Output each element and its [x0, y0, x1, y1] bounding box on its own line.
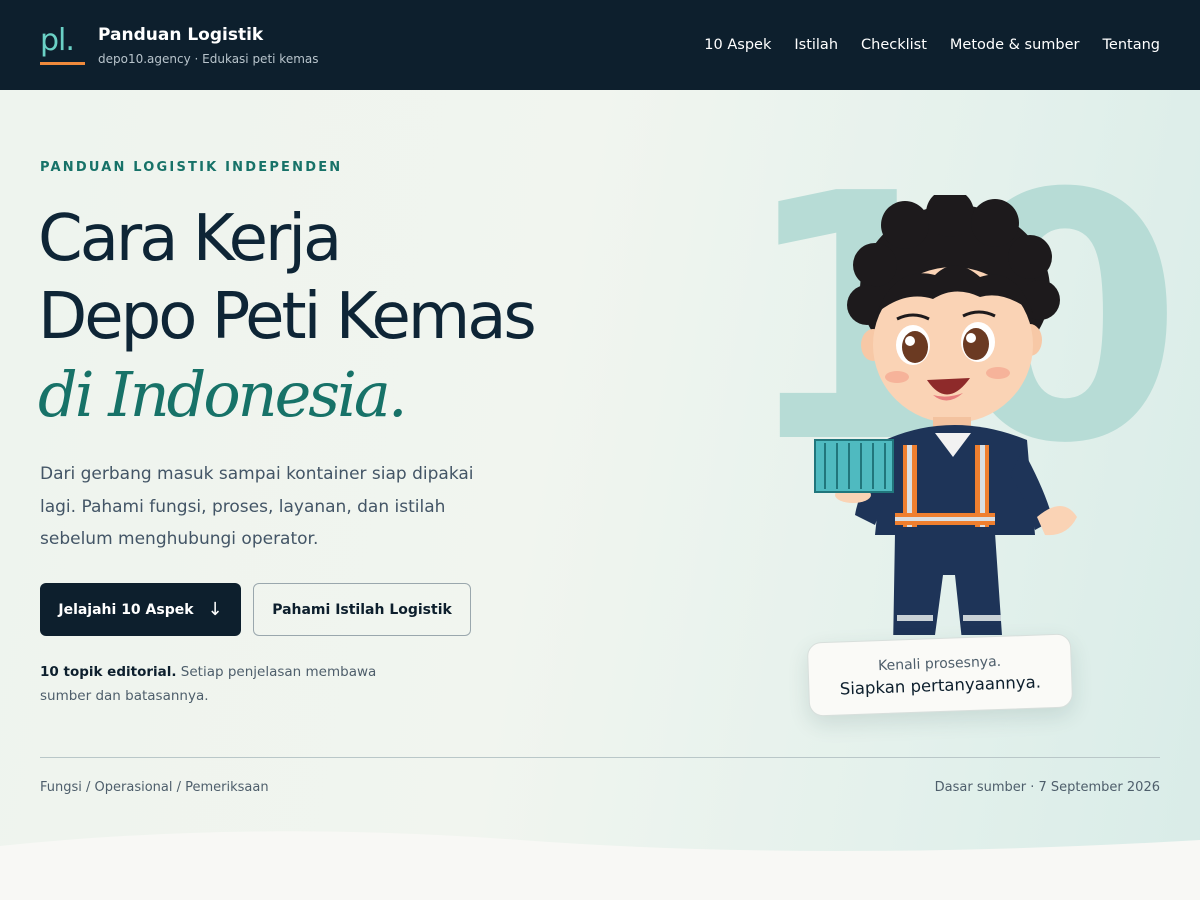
- logo[interactable]: pl.: [40, 24, 86, 66]
- nav-link-metode-sumber[interactable]: Metode & sumber: [950, 36, 1080, 54]
- logo-text: pl.: [40, 23, 75, 58]
- nav-link-tentang[interactable]: Tentang: [1103, 36, 1160, 54]
- top-header: pl. Panduan Logistik depo10.agency · Edu…: [0, 0, 1200, 90]
- nav-link-istilah[interactable]: Istilah: [794, 36, 838, 54]
- nav-link-10-aspek[interactable]: 10 Aspek: [704, 36, 771, 54]
- hero-section: 10: [0, 90, 1200, 900]
- hero-description: Dari gerbang masuk sampai kontainer siap…: [40, 464, 474, 549]
- main-nav: 10 Aspek Istilah Checklist Metode & sumb…: [704, 36, 1160, 54]
- eyebrow-label: PANDUAN LOGISTIK INDEPENDEN: [40, 160, 343, 175]
- container-icon: [814, 439, 894, 493]
- explore-aspects-button[interactable]: Jelajahi 10 Aspek ↓: [40, 583, 241, 636]
- headline-line-1: Cara Kerja: [38, 202, 342, 276]
- page-title: Cara Kerja Depo Peti Kemas di Indonesia.: [38, 200, 537, 434]
- headline-accent: di Indonesia.: [38, 358, 408, 431]
- nav-link-checklist[interactable]: Checklist: [861, 36, 927, 54]
- logo-underline: [40, 62, 85, 65]
- site-subtitle: depo10.agency · Edukasi peti kemas: [98, 52, 319, 66]
- logistics-terms-button[interactable]: Pahami Istilah Logistik: [253, 583, 471, 636]
- speech-card: Kenali prosesnya. Siapkan pertanyaannya.: [806, 633, 1074, 717]
- wave-divider: [0, 831, 1200, 900]
- logistics-terms-label: Pahami Istilah Logistik: [272, 601, 452, 618]
- explore-aspects-label: Jelajahi 10 Aspek: [58, 601, 194, 618]
- brand: Panduan Logistik depo10.agency · Edukasi…: [98, 24, 319, 66]
- arrow-down-icon: ↓: [207, 599, 223, 620]
- breadcrumb: Fungsi / Operasional / Pemeriksaan: [40, 780, 269, 795]
- mascot-illustration: [814, 195, 1077, 635]
- site-title[interactable]: Panduan Logistik: [98, 24, 319, 46]
- editorial-note: 10 topik editorial. Setiap penjelasan me…: [40, 660, 380, 708]
- headline-line-2: Depo Peti Kemas: [38, 280, 537, 354]
- source-date: Dasar sumber · 7 September 2026: [934, 780, 1160, 795]
- editorial-note-bold: 10 topik editorial.: [40, 664, 177, 680]
- divider: [40, 757, 1160, 758]
